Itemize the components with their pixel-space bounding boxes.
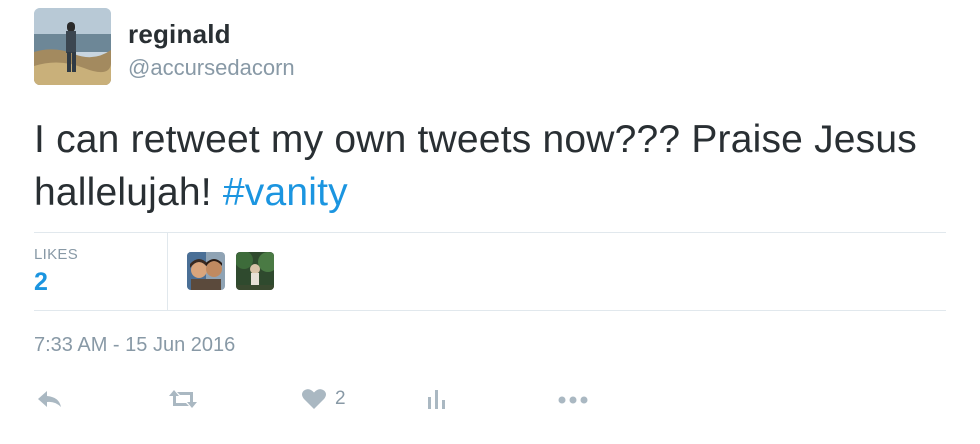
display-name[interactable]: reginald (128, 19, 231, 50)
reply-button[interactable] (36, 383, 64, 415)
more-button[interactable] (557, 383, 591, 415)
liker-avatar[interactable] (236, 252, 274, 290)
likes-count[interactable]: 2 (34, 268, 48, 297)
tweet-card: reginald @accursedacorn I can retweet my… (0, 0, 980, 444)
liker-avatar[interactable] (187, 252, 225, 290)
like-button[interactable]: 2 (301, 383, 346, 415)
divider (34, 232, 946, 233)
heart-icon (301, 387, 327, 411)
retweet-icon (166, 387, 200, 411)
retweet-button[interactable] (166, 383, 200, 415)
tweet-text: I can retweet my own tweets now??? Prais… (34, 113, 934, 219)
more-icon (557, 387, 591, 411)
tweet-body: I can retweet my own tweets now??? Prais… (34, 118, 917, 214)
analytics-button[interactable] (426, 383, 448, 415)
like-count: 2 (335, 388, 346, 409)
user-handle[interactable]: @accursedacorn (128, 55, 295, 81)
divider (34, 310, 946, 311)
hashtag-link[interactable]: #vanity (223, 171, 348, 214)
user-avatar[interactable] (34, 8, 111, 85)
likes-label: LIKES (34, 246, 79, 263)
stats-separator (167, 233, 168, 310)
reply-icon (36, 387, 64, 411)
tweet-timestamp[interactable]: 7:33 AM - 15 Jun 2016 (34, 334, 235, 357)
analytics-icon (426, 387, 448, 411)
